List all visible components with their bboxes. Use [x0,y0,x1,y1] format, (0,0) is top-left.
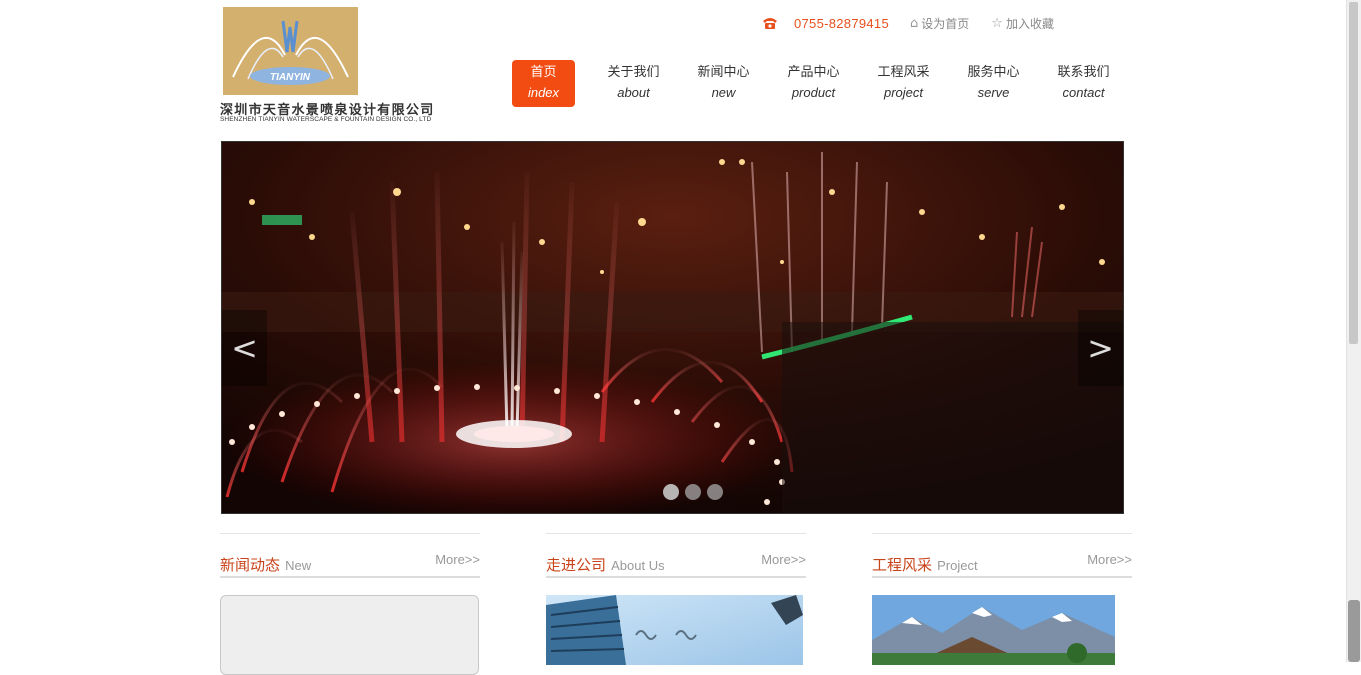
next-slide-button[interactable]: > [1078,310,1123,386]
about-company-image[interactable] [546,595,803,665]
scrollbar-thumb[interactable] [1349,2,1358,344]
nav-item-news[interactable]: 新闻中心 new [692,60,755,107]
slide-dot-2[interactable] [685,484,701,500]
prev-slide-button[interactable]: < [222,310,267,386]
page-scrollbar[interactable] [1346,0,1361,662]
nav-label-cn: 联系我们 [1057,65,1110,80]
section-title-cn: 工程风采 [872,556,933,574]
section-header: 走进公司 About Us More>> [546,533,806,578]
section-title-en: About Us [611,558,665,573]
nav-label-en: new [711,85,736,100]
nav-item-index[interactable]: 首页 index [512,60,575,107]
set-homepage-label: 设为首页 [921,16,970,31]
home-icon: ⌂ [910,15,919,31]
phone-number: 0755-82879415 [794,15,889,31]
project-section: 工程风采 Project More>> [872,533,1132,665]
nav-label-cn: 服务中心 [967,65,1020,80]
project-image[interactable] [872,595,1115,665]
add-favorite-label: 加入收藏 [1005,16,1054,31]
slide-dot-1[interactable] [663,484,679,500]
about-more-link[interactable]: More>> [761,552,806,567]
section-title-cn: 新闻动态 [220,556,281,574]
project-more-link[interactable]: More>> [1087,552,1132,567]
slide-dot-3[interactable] [707,484,723,500]
nav-label-en: contact [1062,85,1105,100]
nav-label-en: product [791,85,836,100]
nav-label-en: about [617,85,650,100]
nav-label-en: project [883,85,924,100]
section-header: 工程风采 Project More>> [872,533,1132,578]
star-icon: ☆ [991,15,1003,31]
nav-label-cn: 新闻中心 [697,65,750,80]
news-more-link[interactable]: More>> [435,552,480,567]
section-title-cn: 走进公司 [546,556,607,574]
banner-slider[interactable]: < > [221,141,1124,514]
set-homepage-link[interactable]: ⌂ 设为首页 [910,15,969,32]
main-nav: 首页 index 关于我们 about 新闻中心 new 产品中心 produc… [512,60,1115,107]
page: TIANYIN 深圳市天音水景喷泉设计有限公司 SHENZHEN TIANYIN… [0,0,1347,675]
fountain-banner-image [222,142,1123,513]
logo-text: TIANYIN [270,72,311,83]
nav-label-cn: 首页 [530,65,557,80]
section-title: 工程风采 Project [872,554,978,575]
section-title-en: New [285,558,312,573]
nav-item-serve[interactable]: 服务中心 serve [962,60,1025,107]
phone-icon [762,15,778,31]
slide-indicators [663,484,729,500]
nav-item-project[interactable]: 工程风采 project [872,60,935,107]
nav-label-cn: 关于我们 [607,65,660,80]
nav-label-cn: 工程风采 [877,65,930,80]
logo-mark: TIANYIN [223,7,358,95]
scrollbar-handle[interactable] [1348,600,1360,662]
section-title-en: Project [937,558,978,573]
nav-label-en: index [527,85,560,100]
section-title: 走进公司 About Us [546,554,665,575]
company-name-en: SHENZHEN TIANYIN WATERSCAPE & FOUNTAIN D… [220,116,432,123]
nav-item-contact[interactable]: 联系我们 contact [1052,60,1115,107]
top-contact-bar: 0755-82879415 ⌂ 设为首页 ☆ 加入收藏 [762,13,1076,33]
add-favorite-link[interactable]: ☆ 加入收藏 [991,15,1054,32]
company-logo[interactable]: TIANYIN 深圳市天音水景喷泉设计有限公司 SHENZHEN TIANYIN… [220,6,456,126]
nav-item-product[interactable]: 产品中心 product [782,60,845,107]
section-title: 新闻动态 New [220,554,311,575]
section-header: 新闻动态 New More>> [220,533,480,578]
nav-item-about[interactable]: 关于我们 about [602,60,665,107]
news-list-box [220,595,479,675]
nav-label-en: serve [977,85,1010,100]
nav-label-cn: 产品中心 [787,65,840,80]
about-section: 走进公司 About Us More>> [546,533,806,665]
news-section: 新闻动态 New More>> [220,533,480,675]
